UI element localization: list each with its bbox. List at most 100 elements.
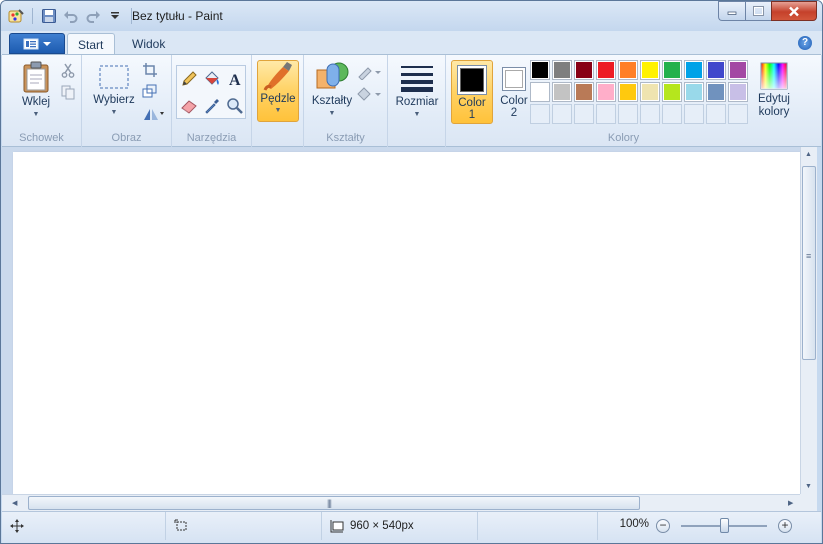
custom-color-slot[interactable] [574,104,594,124]
tab-start[interactable]: Start [67,33,115,55]
copy-icon[interactable] [58,83,78,101]
cut-icon[interactable] [58,61,78,79]
palette-swatch[interactable] [618,82,638,102]
swatch-fill [532,62,548,78]
shapes-group: Kształty ▼ Kształty [304,55,388,147]
swatch-fill [708,62,724,78]
palette-swatch[interactable] [552,60,572,80]
edit-colors-button[interactable]: Edytuj kolory [754,62,794,119]
vertical-scroll-thumb[interactable]: ≡ [802,166,816,360]
tools-group: A Narzędzia [172,55,252,147]
tools-group-label: Narzędzia [186,132,237,144]
palette-swatch[interactable] [706,82,726,102]
palette-swatch[interactable] [706,60,726,80]
window-controls [718,1,817,21]
minimize-icon [727,11,737,15]
custom-color-slot[interactable] [706,104,726,124]
canvas-area [2,147,800,494]
eraser-icon[interactable] [178,95,200,117]
drawing-canvas[interactable] [13,152,800,494]
horizontal-scroll-thumb[interactable]: ||| [28,496,640,510]
app-menu-button[interactable] [9,33,65,54]
scroll-left-icon[interactable]: ◀ [12,499,17,507]
text-icon[interactable]: A [224,68,246,90]
image-size-icon [330,520,344,533]
color2-button[interactable]: Color 2 [493,60,535,124]
palette-swatch[interactable] [662,82,682,102]
paste-button[interactable]: Wklej ▼ [14,61,58,118]
custom-color-slot[interactable] [596,104,616,124]
fill-bucket-icon[interactable] [201,68,223,90]
palette-swatch[interactable] [684,82,704,102]
palette-swatch[interactable] [596,60,616,80]
save-icon[interactable] [40,7,58,25]
size-button[interactable]: Rozmiar ▼ [395,63,439,118]
palette-swatch[interactable] [728,82,748,102]
move-cursor-icon [10,519,24,533]
brushes-button[interactable]: Pędzle ▼ [257,60,299,122]
horizontal-scrollbar[interactable]: ◀ ||| ▶ [2,494,800,511]
help-icon[interactable]: ? [798,36,812,50]
custom-color-slot[interactable] [684,104,704,124]
palette-swatch[interactable] [662,60,682,80]
custom-color-slot[interactable] [640,104,660,124]
select-button[interactable]: Wybierz ▼ [90,63,138,116]
resize-icon[interactable] [140,82,160,100]
custom-color-slot[interactable] [618,104,638,124]
redo-icon[interactable] [84,7,102,25]
zoom-slider-thumb[interactable] [720,518,729,533]
magnifier-icon[interactable] [224,95,246,117]
chevron-down-icon: ▼ [274,107,282,114]
paint-app-icon[interactable] [7,7,25,25]
color2-number: 2 [510,107,518,119]
color-picker-icon[interactable] [201,95,223,117]
color2-label: Color [500,95,528,107]
color1-button[interactable]: Color 1 [451,60,493,124]
brushes-label: Pędzle [260,93,296,105]
custom-color-slot[interactable] [552,104,572,124]
undo-icon[interactable] [62,7,80,25]
palette-swatch[interactable] [640,60,660,80]
pencil-icon[interactable] [178,68,200,90]
zoom-out-button[interactable]: − [656,519,670,533]
custom-color-slot[interactable] [662,104,682,124]
image-size-text: 960 × 540px [350,520,414,532]
rotate-icon[interactable] [140,105,166,123]
custom-color-slot[interactable] [728,104,748,124]
palette-swatch[interactable] [574,60,594,80]
swatch-fill [620,84,636,100]
paste-label: Wklej [21,96,51,108]
palette-swatch[interactable] [596,82,616,102]
palette-swatch[interactable] [530,82,550,102]
custom-color-slot[interactable] [530,104,550,124]
qat-separator [32,8,33,24]
outline-icon[interactable] [356,63,382,81]
fill-icon[interactable] [356,85,382,103]
scroll-up-icon[interactable]: ▲ [805,151,812,158]
palette-swatch[interactable] [530,60,550,80]
palette-swatch[interactable] [618,60,638,80]
minimize-button[interactable] [718,1,745,21]
palette-swatch[interactable] [684,60,704,80]
brushes-group: Pędzle ▼ [252,55,304,147]
close-button[interactable] [771,1,817,21]
scroll-right-icon[interactable]: ▶ [788,499,793,507]
shapes-button[interactable]: Kształty ▼ [310,60,354,117]
palette-swatch[interactable] [574,82,594,102]
swatch-fill [730,62,746,78]
zoom-in-button[interactable]: + [778,519,792,533]
swatch-fill [532,84,548,100]
crop-icon[interactable] [140,61,160,79]
quick-access-toolbar [7,7,135,25]
customize-dropdown-icon[interactable] [106,7,124,25]
palette-swatch[interactable] [552,82,572,102]
scroll-down-icon[interactable]: ▼ [805,483,812,490]
image-group-label: Obraz [111,132,142,144]
vertical-scrollbar[interactable]: ▲ ≡ ▼ [800,147,817,494]
chevron-down-icon: ▼ [110,109,118,116]
tab-view[interactable]: Widok [122,33,175,55]
maximize-button[interactable] [745,1,771,21]
palette-swatch[interactable] [728,60,748,80]
palette-swatch[interactable] [640,82,660,102]
close-icon [789,6,799,16]
